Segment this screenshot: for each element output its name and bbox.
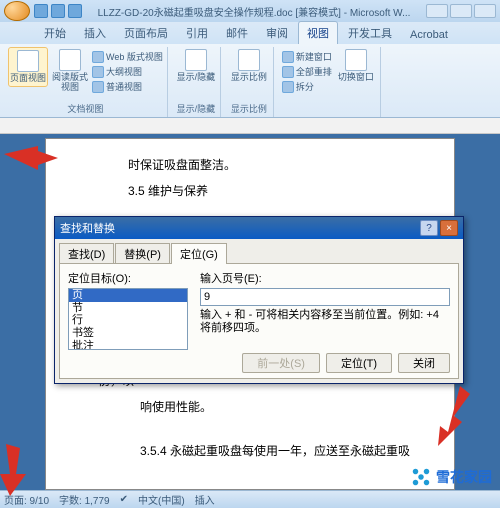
doc-text: 3.5.4 永磁起重吸盘每使用一年，应送至永磁起重吸 xyxy=(98,439,414,463)
quick-access-toolbar xyxy=(34,4,82,18)
zoom-icon xyxy=(238,49,260,71)
doc-text: 响使用性能。 xyxy=(98,395,414,419)
annotation-arrow xyxy=(430,386,470,446)
split-icon xyxy=(282,81,294,93)
read-view-icon xyxy=(59,49,81,71)
page-number-input[interactable] xyxy=(200,288,450,306)
list-item[interactable]: 节 xyxy=(69,302,187,315)
window-controls xyxy=(426,4,496,18)
arrange-all-button[interactable]: 全部重排 xyxy=(282,64,332,79)
tab-insert[interactable]: 插入 xyxy=(76,22,114,44)
split-button[interactable]: 拆分 xyxy=(282,79,332,94)
page-view-button[interactable]: 页面视图 xyxy=(8,47,48,87)
group-show-hide: 显示/隐藏 显示/隐藏 xyxy=(172,47,221,117)
dialog-tab-goto[interactable]: 定位(G) xyxy=(171,243,227,264)
annotation-arrow xyxy=(4,146,58,176)
zoom-button[interactable]: 显示比例 xyxy=(229,47,269,85)
tab-layout[interactable]: 页面布局 xyxy=(116,22,176,44)
group-label: 文档视图 xyxy=(8,101,163,115)
dialog-body: 定位目标(O): 页 节 行 书签 批注 脚注 输入页号(E): 输入 + 和 … xyxy=(59,263,459,379)
minimize-button[interactable] xyxy=(426,4,448,18)
close-button[interactable]: 关闭 xyxy=(398,353,450,373)
new-window-button[interactable]: 新建窗口 xyxy=(282,49,332,64)
list-item[interactable]: 书签 xyxy=(69,327,187,340)
list-item[interactable]: 行 xyxy=(69,314,187,327)
outline-view-button[interactable]: 大纲视图 xyxy=(92,64,163,79)
doc-text: 3.5 维护与保养 xyxy=(98,179,414,203)
goto-hint-text: 输入 + 和 - 可将相关内容移至当前位置。例如: +4 将前移四项。 xyxy=(200,309,450,335)
dialog-help-button[interactable]: ? xyxy=(420,220,438,236)
save-icon[interactable] xyxy=(34,4,48,18)
redo-icon[interactable] xyxy=(68,4,82,18)
goto-target-label: 定位目标(O): xyxy=(68,270,188,286)
group-document-views: 页面视图 阅读版式视图 Web 版式视图 大纲视图 普通视图 文档视图 xyxy=(4,47,168,117)
web-view-button[interactable]: Web 版式视图 xyxy=(92,49,163,64)
window-title: LLZZ-GD-20永磁起重吸盘安全操作规程.doc [兼容模式] - Micr… xyxy=(82,4,426,19)
watermark-text: 雪花家园 xyxy=(436,467,492,487)
list-item[interactable]: 页 xyxy=(69,289,187,302)
switch-icon xyxy=(345,49,367,71)
tab-home[interactable]: 开始 xyxy=(36,22,74,44)
page-view-icon xyxy=(17,50,39,72)
goto-target-listbox[interactable]: 页 节 行 书签 批注 脚注 xyxy=(68,288,188,350)
snowflake-icon xyxy=(410,466,432,488)
horizontal-ruler[interactable] xyxy=(0,118,500,134)
status-words[interactable]: 字数: 1,779 xyxy=(59,492,110,507)
previous-button[interactable]: 前一处(S) xyxy=(242,353,320,373)
list-item[interactable]: 批注 xyxy=(69,340,187,350)
watermark: 雪花家园 xyxy=(410,466,492,488)
normal-view-button[interactable]: 普通视图 xyxy=(92,79,163,94)
new-window-icon xyxy=(282,51,294,63)
tab-mailings[interactable]: 邮件 xyxy=(218,22,256,44)
find-replace-dialog: 查找和替换 ? × 查找(D) 替换(P) 定位(G) 定位目标(O): 页 节… xyxy=(54,216,464,384)
dialog-titlebar[interactable]: 查找和替换 ? × xyxy=(55,217,463,239)
maximize-button[interactable] xyxy=(450,4,472,18)
page-number-label: 输入页号(E): xyxy=(200,270,450,286)
normal-icon xyxy=(92,81,104,93)
status-insert[interactable]: 插入 xyxy=(195,492,215,507)
undo-icon[interactable] xyxy=(51,4,65,18)
doc-text: 时保证吸盘面整洁。 xyxy=(98,153,414,177)
dialog-tab-replace[interactable]: 替换(P) xyxy=(115,243,170,264)
dialog-title: 查找和替换 xyxy=(60,220,115,236)
read-view-button[interactable]: 阅读版式视图 xyxy=(50,47,90,95)
group-window: 新建窗口 全部重排 拆分 切换窗口 xyxy=(278,47,381,117)
office-button[interactable] xyxy=(4,1,30,21)
status-bar: 页面: 9/10 字数: 1,779 ✔ 中文(中国) 插入 xyxy=(0,490,500,508)
tab-review[interactable]: 审阅 xyxy=(258,22,296,44)
tab-developer[interactable]: 开发工具 xyxy=(340,22,400,44)
outline-icon xyxy=(92,66,104,78)
close-button[interactable] xyxy=(474,4,496,18)
tab-references[interactable]: 引用 xyxy=(178,22,216,44)
group-zoom: 显示比例 显示比例 xyxy=(225,47,274,117)
ribbon: 页面视图 阅读版式视图 Web 版式视图 大纲视图 普通视图 文档视图 显示/隐… xyxy=(0,44,500,118)
annotation-arrow xyxy=(0,444,26,496)
show-hide-icon xyxy=(185,49,207,71)
spellcheck-icon[interactable]: ✔ xyxy=(120,494,128,505)
dialog-tabs: 查找(D) 替换(P) 定位(G) xyxy=(55,239,463,263)
dialog-tab-find[interactable]: 查找(D) xyxy=(59,243,114,264)
web-icon xyxy=(92,51,104,63)
arrange-icon xyxy=(282,66,294,78)
status-language[interactable]: 中文(中国) xyxy=(138,492,185,507)
switch-windows-button[interactable]: 切换窗口 xyxy=(336,47,376,94)
tab-view[interactable]: 视图 xyxy=(298,21,338,44)
show-hide-button[interactable]: 显示/隐藏 xyxy=(176,47,216,85)
dialog-close-button[interactable]: × xyxy=(440,220,458,236)
ribbon-tabs: 开始 插入 页面布局 引用 邮件 审阅 视图 开发工具 Acrobat xyxy=(0,22,500,44)
title-bar: LLZZ-GD-20永磁起重吸盘安全操作规程.doc [兼容模式] - Micr… xyxy=(0,0,500,22)
tab-acrobat[interactable]: Acrobat xyxy=(402,26,456,44)
goto-button[interactable]: 定位(T) xyxy=(326,353,392,373)
